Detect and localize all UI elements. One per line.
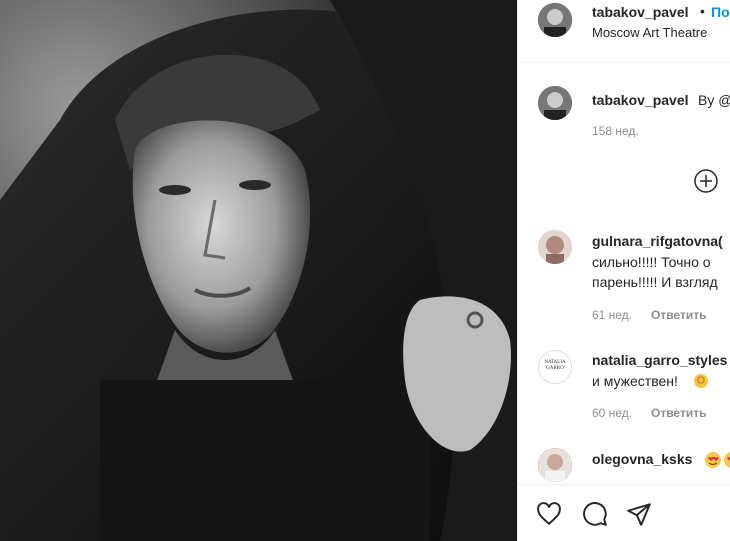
reply-button[interactable]: Ответить xyxy=(651,308,706,322)
add-comment-plus-icon[interactable] xyxy=(694,169,718,193)
comment-text-line: сильно!!!!! Точно о xyxy=(592,254,711,270)
comment-avatar[interactable] xyxy=(538,448,572,482)
header-bullet: • xyxy=(700,3,705,19)
comment-icon[interactable] xyxy=(582,501,608,527)
author-avatar[interactable] xyxy=(538,3,572,37)
comment-username[interactable]: gulnara_rifgatovna( xyxy=(592,233,723,249)
heart-icon[interactable] xyxy=(536,501,562,527)
avatar-logo-text: NATALIA GARRO xyxy=(544,360,566,371)
portrait-image xyxy=(0,0,517,541)
heart-eyes-emoji-icon xyxy=(704,451,722,474)
post-sidebar: tabakov_pavel • По Moscow Art Theatre ta… xyxy=(517,0,730,541)
caption-username[interactable]: tabakov_pavel xyxy=(592,92,689,108)
comment-username[interactable]: olegovna_ksks xyxy=(592,451,692,467)
caption-time: 158 нед. xyxy=(592,124,639,138)
comment-avatar[interactable]: NATALIA GARRO xyxy=(538,350,572,384)
post-location[interactable]: Moscow Art Theatre xyxy=(592,25,707,40)
caption-text: By @ xyxy=(698,92,730,108)
reply-button[interactable]: Ответить xyxy=(651,406,706,420)
follow-button[interactable]: По xyxy=(711,4,730,20)
caption-avatar[interactable] xyxy=(538,86,572,120)
post-header: tabakov_pavel • По Moscow Art Theatre xyxy=(518,0,730,63)
post-actions-bar xyxy=(518,484,730,541)
comment-text-line: парень!!!!! И взгляд xyxy=(592,274,718,290)
author-username[interactable]: tabakov_pavel xyxy=(592,4,689,20)
post-photo[interactable] xyxy=(0,0,517,541)
comment-time: 61 нед. xyxy=(592,308,633,322)
share-icon[interactable] xyxy=(626,501,652,527)
ok-hand-emoji-icon xyxy=(693,373,709,394)
comment-text-line: и мужествен! xyxy=(592,373,678,389)
comment-time: 60 нед. xyxy=(592,406,633,420)
comment-username[interactable]: natalia_garro_styles xyxy=(592,352,727,368)
comment-avatar[interactable] xyxy=(538,230,572,264)
heart-eyes-emoji-icon xyxy=(723,451,730,474)
